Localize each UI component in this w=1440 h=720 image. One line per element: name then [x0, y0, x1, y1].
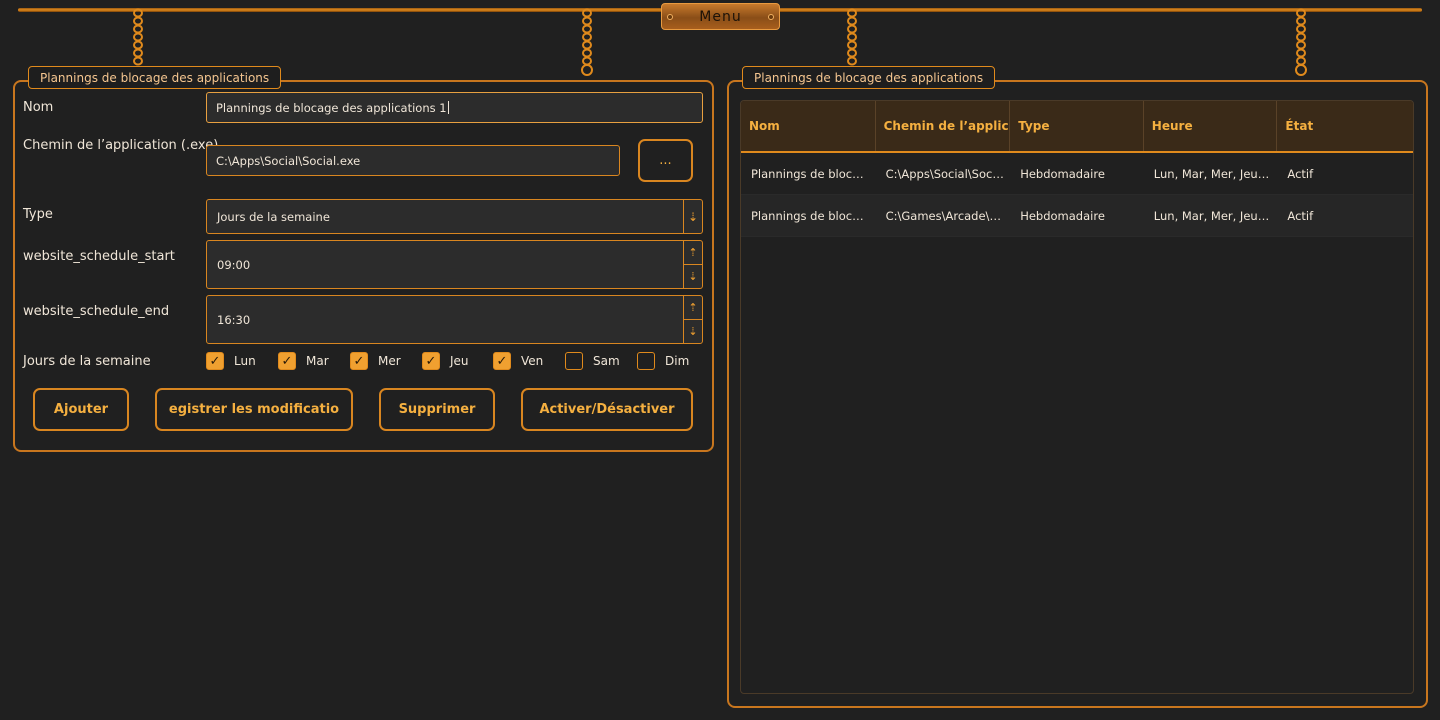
add-button[interactable]: Ajouter: [33, 388, 129, 431]
text-caret: [447, 101, 449, 114]
chain-decoration: [131, 8, 145, 70]
table-row[interactable]: Plannings de blocage des applications 1 …: [741, 153, 1413, 195]
table-cell: Hebdomadaire: [1020, 166, 1105, 181]
end-label: website_schedule_end: [23, 304, 170, 319]
day-checkbox-lun[interactable]: ✓ Lun: [206, 352, 256, 370]
save-changes-button[interactable]: egistrer les modificatio: [155, 388, 353, 431]
down-arrow-icon[interactable]: ⇣: [684, 320, 702, 344]
table-cell: C:\Apps\Social\Social.exe: [885, 166, 1011, 181]
days-label: Jours de la semaine: [23, 354, 151, 369]
rivet-icon: [667, 14, 673, 20]
column-header-time[interactable]: Heure: [1144, 101, 1278, 151]
form-panel-title: Plannings de blocage des applications: [28, 66, 282, 89]
path-label: Chemin de l’application (.exe): [23, 138, 219, 153]
table-row[interactable]: Plannings de blocage des applications 2 …: [741, 195, 1413, 237]
day-checkbox-ven[interactable]: ✓ Ven: [493, 352, 543, 370]
chain-decoration: [1294, 8, 1308, 80]
table-cell: Hebdomadaire: [1020, 208, 1105, 223]
end-value: 16:30: [217, 312, 251, 327]
day-checkbox-mer[interactable]: ✓ Mer: [350, 352, 401, 370]
table-header: Nom Chemin de l’applicatio Type Heure Ét…: [741, 101, 1413, 153]
path-value: C:\Apps\Social\Social.exe: [216, 153, 361, 168]
table-cell: Plannings de blocage des applications 2: [751, 208, 876, 223]
checkmark-icon[interactable]: ✓: [278, 352, 296, 370]
table-cell: Actif: [1287, 166, 1314, 181]
checkbox-empty-icon[interactable]: [565, 352, 583, 370]
type-select[interactable]: Jours de la semaine ⇣: [206, 199, 703, 234]
toggle-active-button[interactable]: Activer/Désactiver: [521, 388, 693, 431]
day-label: Mer: [378, 354, 401, 368]
day-checkbox-mar[interactable]: ✓ Mar: [278, 352, 329, 370]
column-header-name[interactable]: Nom: [741, 101, 876, 151]
table-cell: Lun, Mar, Mer, Jeu, Ven 18:00-22:00: [1153, 208, 1278, 223]
table-cell: Lun, Mar, Mer, Jeu, Ven 09:00-16:30: [1153, 166, 1278, 181]
checkmark-icon[interactable]: ✓: [493, 352, 511, 370]
end-spinner: ⇡ ⇣: [683, 296, 702, 343]
table-cell: Plannings de blocage des applications 1: [751, 166, 876, 181]
checkbox-empty-icon[interactable]: [637, 352, 655, 370]
start-spinner: ⇡ ⇣: [683, 241, 702, 288]
name-label: Nom: [23, 100, 54, 115]
name-input[interactable]: Plannings de blocage des applications 1: [206, 92, 703, 123]
up-arrow-icon[interactable]: ⇡: [684, 296, 702, 320]
start-value: 09:00: [217, 257, 251, 272]
column-header-type[interactable]: Type: [1010, 101, 1144, 151]
column-header-path[interactable]: Chemin de l’applicatio: [876, 101, 1011, 151]
menu-button[interactable]: Menu: [661, 3, 780, 30]
end-time-input[interactable]: 16:30 ⇡ ⇣: [206, 295, 703, 344]
type-value: Jours de la semaine: [217, 209, 330, 224]
start-label: website_schedule_start: [23, 249, 175, 264]
chain-decoration: [845, 8, 859, 70]
day-label: Mar: [306, 354, 329, 368]
day-label: Lun: [234, 354, 256, 368]
day-label: Sam: [593, 354, 620, 368]
checkmark-icon[interactable]: ✓: [206, 352, 224, 370]
menu-label: Menu: [699, 8, 742, 25]
column-header-status[interactable]: État: [1277, 101, 1413, 151]
day-label: Ven: [521, 354, 544, 368]
down-arrow-icon[interactable]: ⇣: [684, 265, 702, 289]
schedule-table: Nom Chemin de l’applicatio Type Heure Ét…: [740, 100, 1414, 694]
down-arrow-icon[interactable]: ⇣: [683, 200, 702, 233]
checkmark-icon[interactable]: ✓: [350, 352, 368, 370]
type-label: Type: [23, 207, 53, 222]
list-panel-title: Plannings de blocage des applications: [742, 66, 996, 89]
day-label: Dim: [665, 354, 690, 368]
path-input[interactable]: C:\Apps\Social\Social.exe: [206, 145, 620, 176]
up-arrow-icon[interactable]: ⇡: [684, 241, 702, 265]
start-time-input[interactable]: 09:00 ⇡ ⇣: [206, 240, 703, 289]
name-value: Plannings de blocage des applications 1: [216, 100, 447, 115]
checkmark-icon[interactable]: ✓: [422, 352, 440, 370]
day-checkbox-dim[interactable]: Dim: [637, 352, 689, 370]
day-label: Jeu: [450, 354, 469, 368]
day-checkbox-jeu[interactable]: ✓ Jeu: [422, 352, 469, 370]
browse-button[interactable]: ...: [638, 139, 693, 182]
delete-button[interactable]: Supprimer: [379, 388, 495, 431]
chain-decoration: [580, 8, 594, 80]
table-cell: Actif: [1287, 208, 1314, 223]
day-checkbox-sam[interactable]: Sam: [565, 352, 620, 370]
rivet-icon: [768, 14, 774, 20]
table-cell: C:\Games\Arcade\Arcade.exe: [885, 208, 1011, 223]
